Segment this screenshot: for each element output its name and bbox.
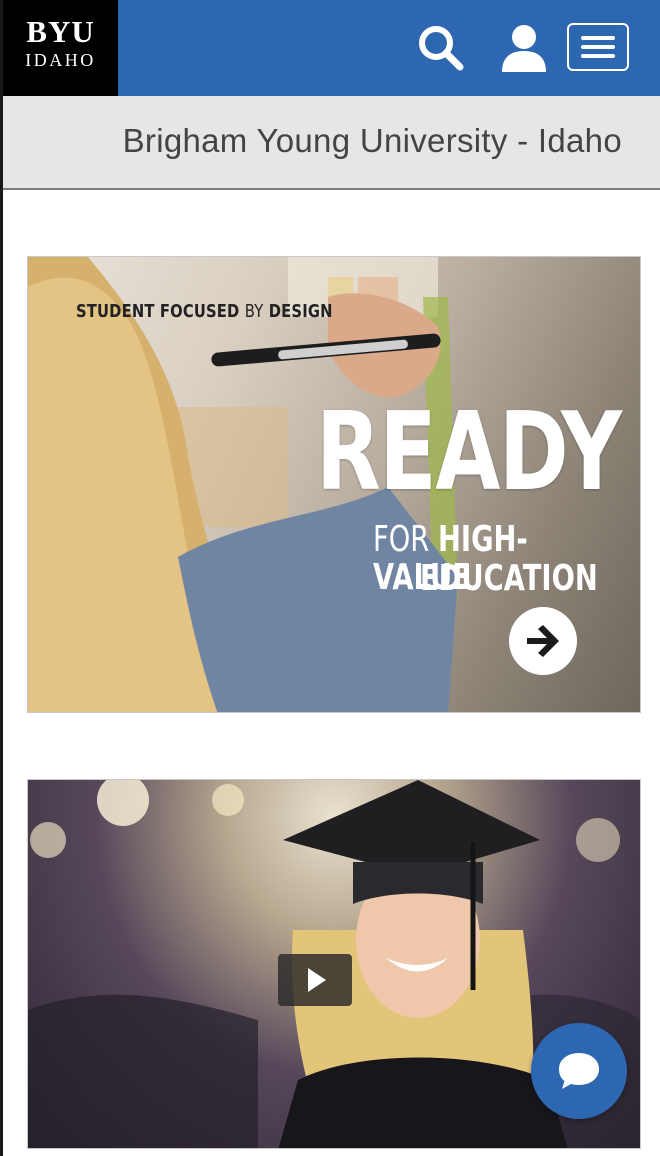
hero-tagline-part: BY bbox=[244, 301, 264, 322]
hero-tagline-part: DESIGN bbox=[268, 301, 333, 322]
arrow-right-icon bbox=[527, 625, 559, 657]
menu-button[interactable] bbox=[567, 23, 629, 71]
site-title-bar: Brigham Young University - Idaho bbox=[3, 96, 660, 190]
hero-tagline: STUDENT FOCUSED BY DESIGN bbox=[76, 301, 333, 322]
hero-headline: READY bbox=[316, 390, 622, 515]
logo-wordmark-bottom: IDAHO bbox=[25, 50, 96, 70]
chat-button[interactable] bbox=[531, 1023, 627, 1119]
top-navigation-bar: BYU IDAHO bbox=[3, 0, 660, 96]
menu-icon-bar bbox=[581, 45, 615, 49]
hero-tagline-part: STUDENT FOCUSED bbox=[76, 301, 240, 322]
account-button[interactable] bbox=[496, 20, 552, 76]
hero-subheadline-line2: EDUCATION bbox=[420, 558, 598, 599]
hero-banner-ready[interactable]: STUDENT FOCUSED BY DESIGN READY FOR HIGH… bbox=[27, 256, 641, 713]
play-icon bbox=[308, 968, 326, 992]
search-button[interactable] bbox=[413, 20, 469, 76]
byu-idaho-logo[interactable]: BYU IDAHO bbox=[3, 0, 118, 96]
user-icon bbox=[502, 25, 546, 72]
chat-bubble-icon bbox=[559, 1053, 599, 1089]
hero-arrow-button[interactable] bbox=[509, 607, 577, 675]
video-play-button[interactable] bbox=[278, 954, 352, 1006]
search-icon bbox=[419, 26, 464, 71]
menu-icon-bar bbox=[581, 36, 615, 40]
site-title[interactable]: Brigham Young University - Idaho bbox=[123, 122, 622, 160]
menu-icon-bar bbox=[581, 54, 615, 58]
hero-subheadline-part: FOR bbox=[373, 519, 430, 560]
logo-wordmark-top: BYU bbox=[26, 14, 95, 49]
